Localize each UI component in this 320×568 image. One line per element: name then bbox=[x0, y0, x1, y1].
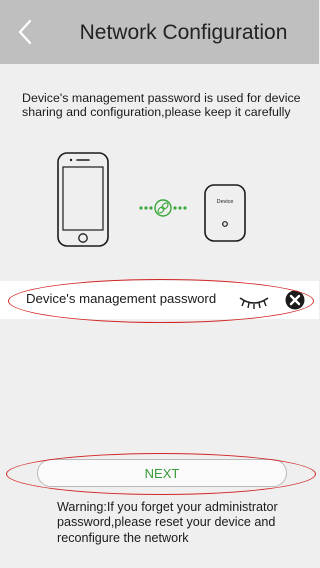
chevron-left-icon[interactable] bbox=[14, 18, 38, 46]
description-text: Device's management password is used for… bbox=[22, 91, 301, 120]
device-icon: Device bbox=[204, 184, 246, 242]
pairing-illustration: Device bbox=[57, 152, 246, 247]
warning-text: Warning:If you forget your administrator… bbox=[57, 500, 278, 545]
clear-icon[interactable] bbox=[285, 290, 305, 310]
eye-closed-icon[interactable] bbox=[238, 294, 270, 310]
device-label: Device bbox=[217, 199, 234, 205]
phone-icon bbox=[57, 152, 109, 247]
page-title: Network Configuration bbox=[79, 21, 288, 44]
link-icon bbox=[139, 199, 187, 217]
header-bar: Network Configuration bbox=[0, 0, 319, 64]
password-label: Device's management password bbox=[26, 291, 217, 306]
password-field[interactable]: Device's management password bbox=[0, 281, 319, 319]
next-button[interactable]: NEXT bbox=[37, 459, 287, 487]
